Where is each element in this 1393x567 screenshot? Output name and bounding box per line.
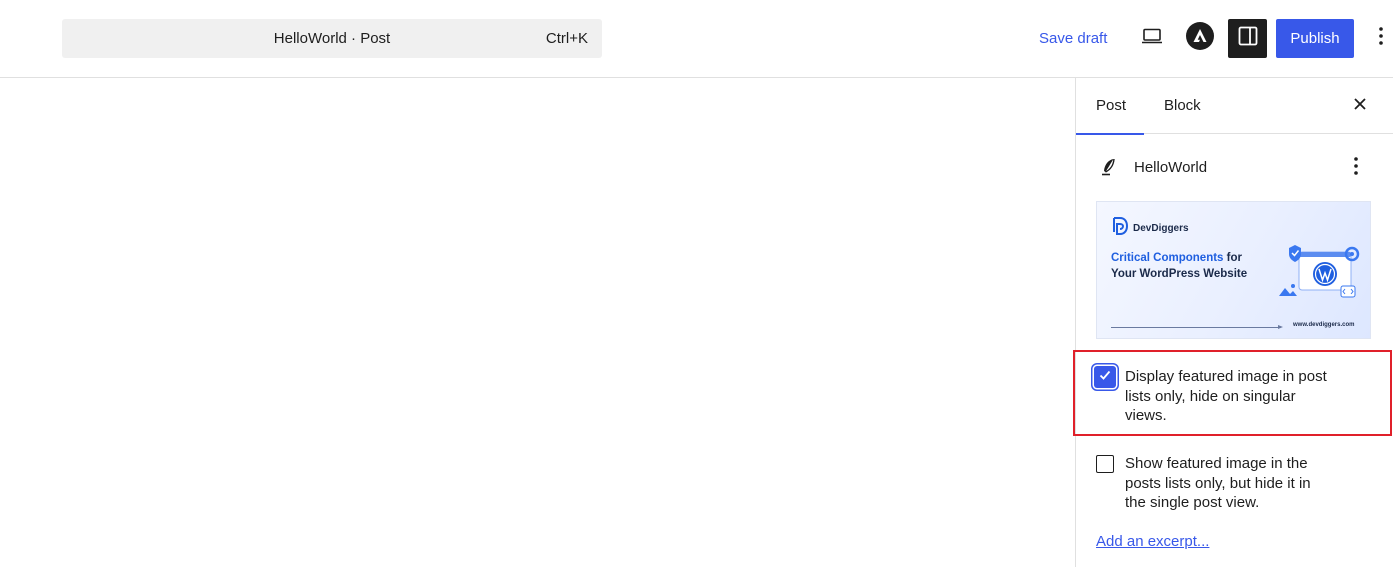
save-draft-button[interactable]: Save draft — [1031, 21, 1115, 57]
wordpress-illustration — [1279, 242, 1361, 304]
hide-on-singular-label: Display featured image in post lists onl… — [1125, 368, 1327, 424]
close-sidebar-button[interactable] — [1346, 92, 1374, 120]
logo-text: DevDiggers — [1133, 223, 1189, 234]
posts-lists-only-checkbox[interactable] — [1096, 455, 1114, 473]
astra-logo-icon — [1185, 21, 1215, 56]
astra-settings-button[interactable] — [1180, 19, 1219, 58]
tab-post[interactable]: Post — [1076, 78, 1144, 135]
featured-headline: Critical Components for Your WordPress W… — [1111, 251, 1261, 282]
post-summary: HelloWorld — [1076, 148, 1393, 188]
devdiggers-logo-icon — [1111, 216, 1129, 241]
laptop-preview-icon — [1140, 24, 1164, 53]
tab-block[interactable]: Block — [1144, 78, 1221, 134]
document-title: HelloWorld · Post — [273, 30, 391, 47]
posts-lists-only-label: Show featured image in the posts lists o… — [1125, 455, 1311, 511]
post-title: HelloWorld — [1134, 159, 1208, 176]
headline-accent: Critical Components — [1111, 252, 1224, 264]
feather-icon — [1098, 156, 1120, 178]
options-menu-button[interactable] — [1368, 19, 1393, 58]
devdiggers-logo: DevDiggers — [1111, 216, 1189, 241]
decorative-arrow-line — [1111, 325, 1283, 329]
settings-sidebar-toggle[interactable] — [1228, 19, 1267, 58]
editor-header: HelloWorld · Post Ctrl+K Save draft Publ… — [0, 0, 1393, 78]
featured-image[interactable]: DevDiggers Critical Components for Your … — [1096, 201, 1371, 339]
editor-canvas[interactable] — [0, 78, 1075, 567]
post-actions-button[interactable] — [1344, 154, 1368, 182]
preview-button[interactable] — [1132, 19, 1171, 58]
publish-button[interactable]: Publish — [1276, 19, 1354, 58]
more-vertical-icon — [1378, 26, 1384, 51]
checkmark-icon — [1098, 368, 1112, 387]
settings-sidebar: Post Block HelloWorld DevDiggers Critica… — [1073, 78, 1393, 567]
add-excerpt-link[interactable]: Add an excerpt... — [1096, 533, 1209, 550]
command-palette-bar[interactable]: HelloWorld · Post Ctrl+K — [62, 19, 602, 58]
sidebar-tabs: Post Block — [1076, 78, 1393, 135]
command-shortcut: Ctrl+K — [545, 30, 588, 47]
sidebar-settings-icon — [1237, 25, 1259, 52]
more-vertical-icon — [1353, 156, 1359, 181]
featured-url: www.devdiggers.com — [1293, 322, 1355, 328]
close-icon — [1353, 97, 1367, 116]
hide-on-singular-checkbox[interactable] — [1094, 366, 1116, 388]
